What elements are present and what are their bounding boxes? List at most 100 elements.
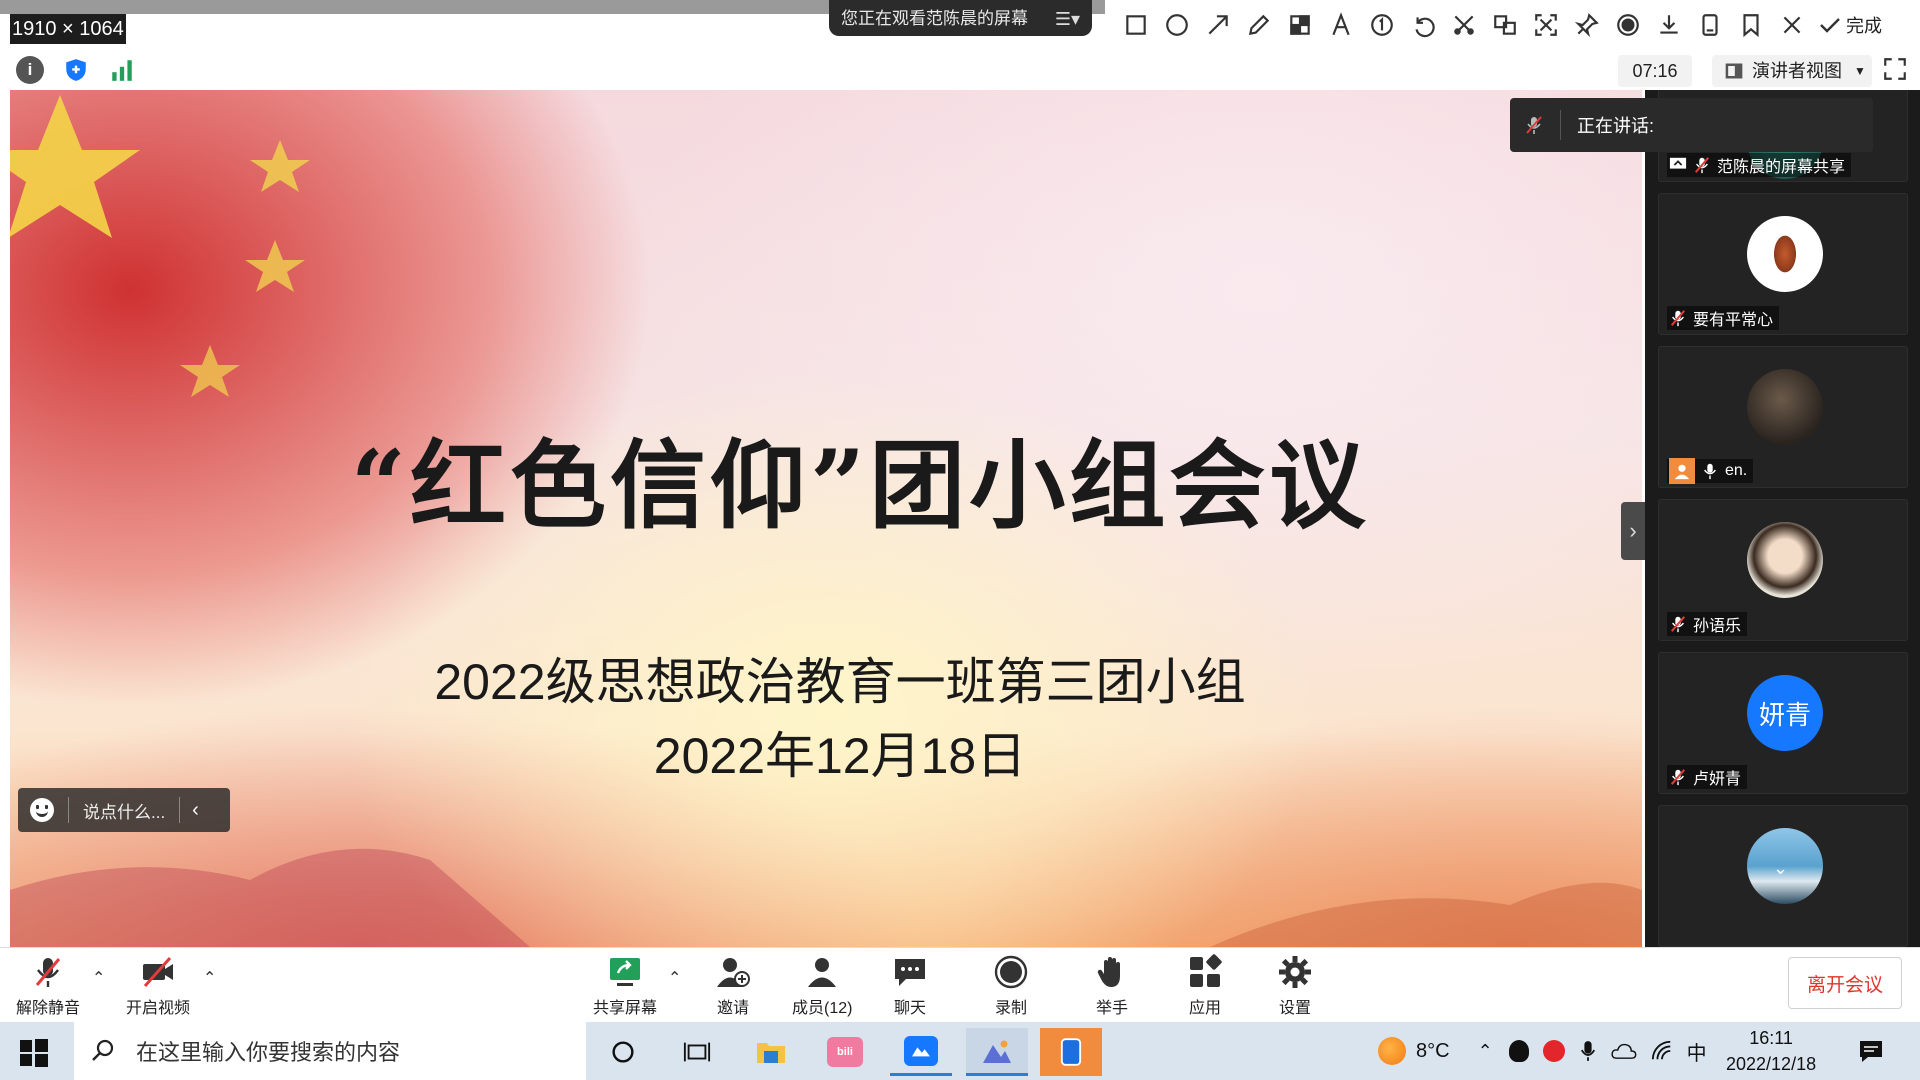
participant-tile[interactable]: ⌄ <box>1658 805 1908 947</box>
members-button[interactable]: 成员(12) <box>792 954 852 1018</box>
record-icon <box>994 955 1028 989</box>
phone-app-icon[interactable] <box>1040 1028 1102 1076</box>
search-icon <box>92 1039 114 1061</box>
windows-taskbar: 在这里输入你要搜索的内容 bili 8°C ⌃ 中 16:11 2022/12/… <box>0 1022 1920 1080</box>
number-icon[interactable] <box>1361 5 1402 46</box>
pin-icon[interactable] <box>1566 5 1607 46</box>
windows-start-icon[interactable] <box>18 1037 50 1069</box>
download-icon[interactable] <box>1648 5 1689 46</box>
viewing-banner[interactable]: 您正在观看范陈晨的屏幕 ☰▾ <box>829 0 1092 36</box>
photos-app-icon[interactable] <box>966 1028 1028 1076</box>
onedrive-icon[interactable] <box>1611 1042 1637 1060</box>
file-explorer-icon[interactable] <box>740 1028 802 1076</box>
mic-muted-icon <box>1526 116 1542 134</box>
mosaic-icon[interactable] <box>1279 5 1320 46</box>
meeting-timer: 07:16 <box>1618 55 1692 87</box>
weather-icon[interactable] <box>1378 1037 1406 1065</box>
apps-icon <box>1190 954 1222 987</box>
menu-icon[interactable]: ☰▾ <box>1055 0 1080 38</box>
chevron-up-icon[interactable]: ⌃ <box>668 968 681 988</box>
user-icon <box>1669 458 1695 484</box>
share-screen-label: 共享屏幕 <box>593 1000 658 1017</box>
hand-icon <box>1097 957 1120 987</box>
share-screen-button[interactable]: 共享屏幕 <box>593 954 657 1018</box>
chevron-up-icon[interactable]: ⌃ <box>203 968 216 988</box>
rectangle-icon[interactable] <box>1115 5 1156 46</box>
wifi-icon[interactable] <box>1651 1040 1673 1062</box>
settings-label: 设置 <box>1278 1000 1311 1017</box>
invite-button[interactable]: 邀请 <box>715 954 751 1018</box>
info-icon[interactable]: i <box>16 56 44 84</box>
participant-name: 范陈晨的屏幕共享 <box>1717 159 1846 176</box>
participant-name: en. <box>1725 462 1748 479</box>
notification-icon[interactable] <box>1858 1039 1884 1063</box>
participant-name-tag: 范陈晨的屏幕共享 <box>1667 153 1852 177</box>
done-button[interactable]: 完成 <box>1818 12 1882 38</box>
meeting-app-icon[interactable] <box>890 1028 952 1076</box>
signal-icon[interactable] <box>108 56 136 84</box>
shield-icon[interactable] <box>62 56 90 84</box>
cortana-icon[interactable] <box>592 1028 654 1076</box>
add-user-icon <box>717 958 750 987</box>
settings-button[interactable]: 设置 <box>1277 954 1313 1018</box>
crop-icon[interactable] <box>1443 5 1484 46</box>
ellipse-icon[interactable] <box>1156 5 1197 46</box>
taskbar-search-box[interactable]: 在这里输入你要搜索的内容 <box>74 1022 586 1080</box>
chevron-up-icon[interactable]: ⌃ <box>92 968 105 988</box>
unmute-label: 解除静音 <box>16 1000 81 1017</box>
fullscreen-icon[interactable] <box>1882 56 1908 82</box>
translate-icon[interactable] <box>1484 5 1525 46</box>
undo-icon[interactable] <box>1402 5 1443 46</box>
meeting-info-bar: i 07:16 演讲者视图 ▼ <box>10 50 1910 90</box>
dimensions-label: 1910 × 1064 <box>10 14 126 44</box>
chevron-down-icon[interactable]: ⌄ <box>1773 858 1788 879</box>
chevron-left-icon[interactable]: ‹ <box>192 799 199 822</box>
system-tray: 8°C ⌃ 中 <box>1370 1022 1920 1080</box>
raise-hand-button[interactable]: 举手 <box>1094 954 1130 1018</box>
divider <box>68 797 69 823</box>
start-video-button[interactable]: 开启视频 <box>126 954 190 1018</box>
microphone-icon[interactable] <box>1579 1040 1597 1062</box>
save-icon[interactable] <box>1689 5 1730 46</box>
leave-meeting-button[interactable]: 离开会议 <box>1788 957 1902 1009</box>
layout-icon <box>1725 63 1743 79</box>
apps-button[interactable]: 应用 <box>1187 954 1223 1018</box>
close-icon[interactable] <box>1771 5 1812 46</box>
participant-tile[interactable]: 要有平常心 <box>1658 193 1908 335</box>
snip-toolbar: 完成 <box>1105 0 1920 50</box>
unmute-button[interactable]: 解除静音 <box>16 954 80 1018</box>
text-icon[interactable] <box>1320 5 1361 46</box>
speaker-view-button[interactable]: 演讲者视图 ▼ <box>1712 55 1872 87</box>
camera-off-icon <box>143 957 173 987</box>
bilibili-icon[interactable]: bili <box>814 1028 876 1076</box>
arrow-icon[interactable] <box>1197 5 1238 46</box>
ime-indicator[interactable]: 中 <box>1687 1037 1707 1066</box>
share-screen-icon <box>610 958 640 986</box>
qq-icon[interactable] <box>1508 1040 1529 1062</box>
mic-muted-icon <box>1694 157 1710 174</box>
record-button[interactable]: 录制 <box>993 954 1029 1018</box>
chat-placeholder: 说点什么... <box>83 802 166 822</box>
chevron-up-icon[interactable]: ⌃ <box>1478 1041 1493 1062</box>
check-icon <box>1820 18 1840 33</box>
taskbar-clock[interactable]: 16:11 2022/12/18 <box>1726 1025 1816 1077</box>
quick-chat-input[interactable]: 说点什么... ‹ <box>18 788 230 832</box>
participant-name-tag: en. <box>1667 458 1754 484</box>
shared-screen-slide: “红色信仰”团小组会议 2022级思想政治教育一班第三团小组 2022年12月1… <box>10 90 1642 947</box>
divider <box>179 797 181 823</box>
viewing-banner-text: 您正在观看范陈晨的屏幕 <box>841 9 1028 28</box>
participant-tile[interactable]: 孙语乐 <box>1658 499 1908 641</box>
participant-tile[interactable]: 妍青 卢妍青 <box>1658 652 1908 794</box>
participant-tile[interactable]: en. <box>1658 346 1908 488</box>
collapse-panel-button[interactable]: › <box>1621 502 1645 560</box>
pen-icon[interactable] <box>1238 5 1279 46</box>
scan-icon[interactable] <box>1525 5 1566 46</box>
bookmark-icon[interactable] <box>1730 5 1771 46</box>
task-view-icon[interactable] <box>666 1028 728 1076</box>
record-label: 录制 <box>994 1000 1027 1017</box>
emoji-icon[interactable] <box>30 798 54 822</box>
weibo-icon[interactable] <box>1542 1040 1565 1062</box>
chat-button[interactable]: 聊天 <box>892 954 928 1018</box>
record-icon[interactable] <box>1607 5 1648 46</box>
weather-temp[interactable]: 8°C <box>1416 1040 1450 1063</box>
